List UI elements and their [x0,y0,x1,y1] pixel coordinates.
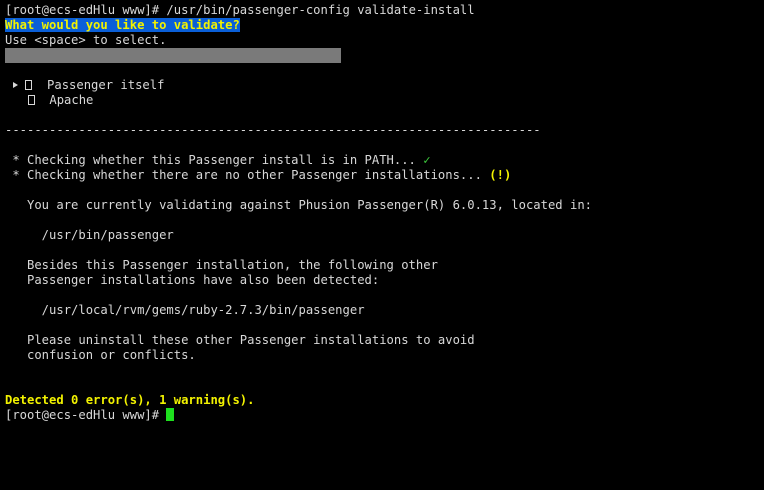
check-path-text: * Checking whether this Passenger instal… [5,153,424,167]
summary-text: Detected 0 error(s), 1 warning(s). [5,393,255,407]
besides-line-1: Besides this Passenger installation, the… [5,258,438,272]
final-prompt-line[interactable]: [root@ecs-edHlu www]# [5,408,175,423]
prompt: [root@ecs-edHlu www]# [5,3,160,17]
check-other-line: * Checking whether there are no other Pa… [5,168,511,183]
option-label: Passenger itself [47,78,165,92]
passenger-path: /usr/bin/passenger [5,228,174,242]
check-other-text: * Checking whether there are no other Pa… [5,168,490,182]
prompt: [root@ecs-edHlu www]# [5,408,167,422]
uninstall-line-1: Please uninstall these other Passenger i… [5,333,475,347]
summary-line: Detected 0 error(s), 1 warning(s). [5,393,254,408]
hint-line: Use <space> to select. [5,33,167,47]
option-label: Apache [49,93,94,107]
checkbox-icon[interactable] [25,80,33,90]
besides-line-2: Passenger installations have also been d… [5,273,380,287]
other-passenger-path: /usr/local/rvm/gems/ruby-2.7.3/bin/passe… [5,303,365,317]
cursor [166,408,175,421]
pointer-icon [13,82,18,88]
command-line: [root@ecs-edHlu www]# /usr/bin/passenger… [5,3,475,18]
separator: ----------------------------------------… [5,123,541,137]
option-passenger[interactable]: Passenger itself [13,78,164,93]
question-text: What would you like to validate? [5,18,240,32]
checkmark-icon: ✓ [423,153,431,167]
check-path-line: * Checking whether this Passenger instal… [5,153,431,168]
selection-bar [5,48,341,63]
validating-message: You are currently validating against Phu… [5,198,592,212]
terminal-window[interactable]: [root@ecs-edHlu www]# /usr/bin/passenger… [0,0,764,429]
question-line: What would you like to validate? [5,18,240,33]
command-text: /usr/bin/passenger-config validate-insta… [159,3,475,17]
uninstall-line-2: confusion or conflicts. [5,348,196,362]
warning-icon: (!) [489,168,512,182]
option-apache[interactable]: Apache [13,93,93,108]
checkbox-icon[interactable] [27,95,35,105]
